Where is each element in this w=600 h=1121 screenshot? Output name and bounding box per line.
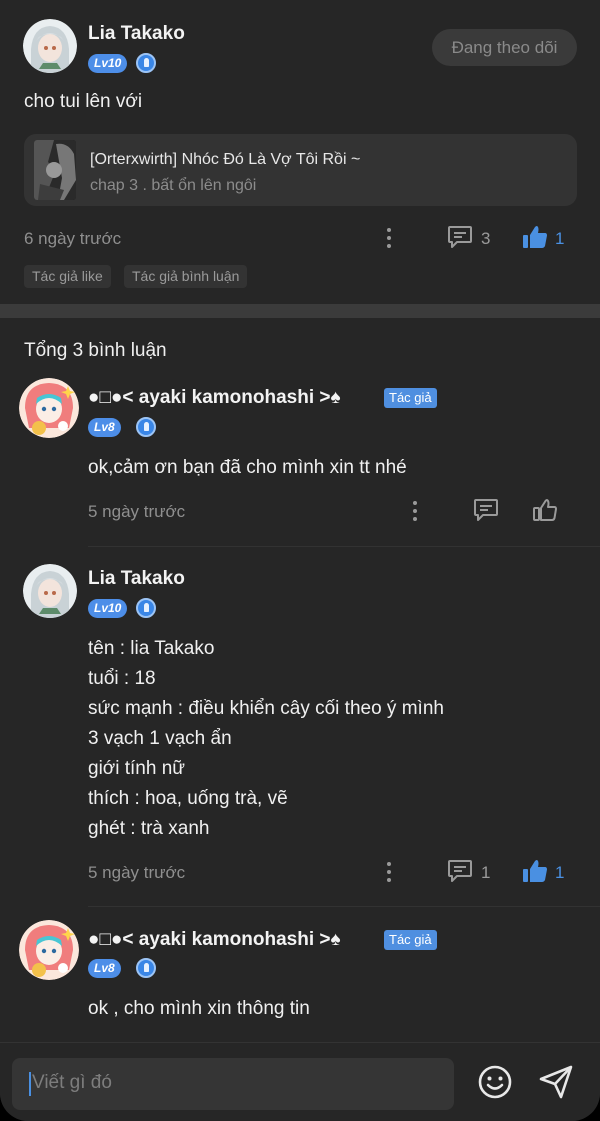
thumbs-up-icon[interactable] bbox=[522, 224, 548, 250]
more-vertical-icon[interactable] bbox=[387, 862, 391, 882]
like-count: 1 bbox=[555, 229, 565, 248]
comment-line: sức mạnh : điều khiển cây cối theo ý mìn… bbox=[88, 698, 444, 719]
linked-story-card[interactable]: [Orterxwirth] Nhóc Đó Là Vợ Tôi Rồi ~ ch… bbox=[24, 134, 577, 206]
level-badge: Lv10 bbox=[88, 54, 128, 73]
comment-line: thích : hoa, uống trà, vẽ bbox=[88, 788, 288, 809]
verified-shield-icon bbox=[136, 417, 156, 437]
comment-count: 3 bbox=[481, 229, 491, 248]
author-badge: Tác giả bbox=[384, 388, 437, 408]
level-badge: Lv8 bbox=[88, 418, 121, 437]
comment-thread-screen: Lia Takako Lv10 Đang theo dõi cho tui lê… bbox=[0, 0, 600, 1121]
comment-composer: Viết gì đó bbox=[0, 1042, 600, 1121]
story-cover-thumbnail bbox=[34, 140, 76, 200]
like-count: 1 bbox=[555, 863, 565, 882]
story-chapter: chap 3 . bất ổn lên ngôi bbox=[90, 177, 257, 194]
commenter-name[interactable]: ●□●< ayaki kamonohashi >♠ bbox=[88, 929, 341, 951]
text-caret bbox=[29, 1072, 31, 1096]
comment-icon[interactable] bbox=[473, 498, 499, 522]
verified-shield-icon bbox=[136, 53, 156, 73]
commenter-avatar[interactable] bbox=[23, 564, 77, 618]
more-vertical-icon[interactable] bbox=[413, 501, 417, 521]
post-card: Lia Takako Lv10 Đang theo dõi cho tui lê… bbox=[0, 0, 600, 304]
comment-input[interactable]: Viết gì đó bbox=[12, 1058, 454, 1110]
author-badge: Tác giả bbox=[384, 930, 437, 950]
level-badge: Lv8 bbox=[88, 959, 121, 978]
comments-total: Tổng 3 bình luận bbox=[24, 340, 167, 361]
comment-line: 3 vạch 1 vạch ẩn bbox=[88, 728, 232, 749]
comment-line: tuổi : 18 bbox=[88, 668, 156, 689]
comment-line: ghét : trà xanh bbox=[88, 818, 210, 839]
send-icon[interactable] bbox=[536, 1062, 576, 1102]
commenter-avatar[interactable] bbox=[19, 920, 79, 980]
verified-shield-icon bbox=[136, 958, 156, 978]
comment-line: giới tính nữ bbox=[88, 758, 186, 779]
comment-icon[interactable] bbox=[447, 225, 473, 249]
comment-timestamp: 5 ngày trước bbox=[88, 863, 186, 882]
thumbs-up-icon[interactable] bbox=[532, 497, 558, 523]
tag-author-comment: Tác giả bình luận bbox=[124, 265, 248, 288]
section-divider bbox=[0, 304, 600, 318]
comment-text: ok,cảm ơn bạn đã cho mình xin tt nhé bbox=[88, 457, 407, 478]
comment-icon[interactable] bbox=[447, 859, 473, 883]
comment-input-placeholder: Viết gì đó bbox=[32, 1072, 112, 1093]
thumbs-up-icon[interactable] bbox=[522, 858, 548, 884]
author-avatar[interactable] bbox=[23, 19, 77, 73]
post-text: cho tui lên với bbox=[24, 91, 143, 112]
story-title: [Orterxwirth] Nhóc Đó Là Vợ Tôi Rồi ~ bbox=[90, 151, 361, 168]
comment-line: tên : lia Takako bbox=[88, 638, 215, 659]
commenter-avatar[interactable] bbox=[19, 378, 79, 438]
comment-separator bbox=[88, 906, 600, 907]
comment-text: ok , cho mình xin thông tin bbox=[88, 998, 310, 1019]
emoji-icon[interactable] bbox=[475, 1062, 515, 1102]
comment-separator bbox=[88, 546, 600, 547]
following-button[interactable]: Đang theo dõi bbox=[432, 29, 577, 66]
comment-count: 1 bbox=[481, 863, 491, 882]
level-badge: Lv10 bbox=[88, 599, 128, 618]
comment-timestamp: 5 ngày trước bbox=[88, 502, 186, 521]
verified-shield-icon bbox=[136, 598, 156, 618]
tag-author-like: Tác giả like bbox=[24, 265, 111, 288]
commenter-name[interactable]: Lia Takako bbox=[88, 568, 185, 590]
commenter-name[interactable]: ●□●< ayaki kamonohashi >♠ bbox=[88, 387, 341, 409]
author-name[interactable]: Lia Takako bbox=[88, 23, 185, 45]
more-vertical-icon[interactable] bbox=[387, 228, 391, 248]
post-timestamp: 6 ngày trước bbox=[24, 229, 122, 248]
